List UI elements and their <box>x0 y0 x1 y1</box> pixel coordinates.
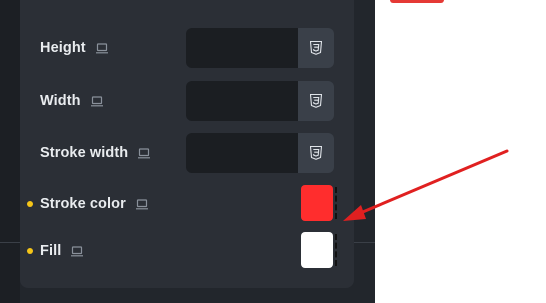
annotation-arrow <box>343 149 509 221</box>
